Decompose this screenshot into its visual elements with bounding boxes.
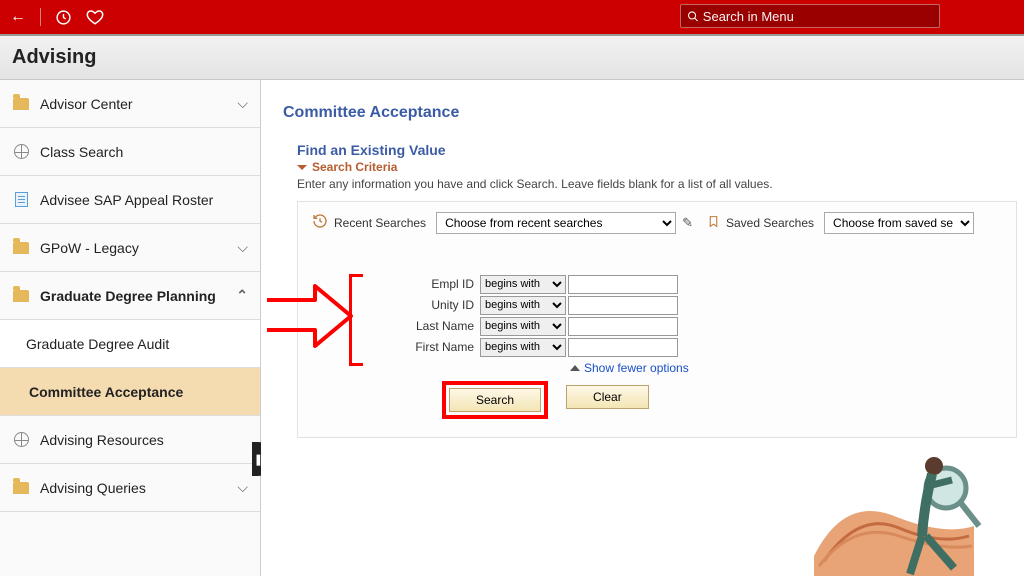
field-first-name: First Name begins with bbox=[402, 337, 1002, 357]
layout: Advisor Center ⌵ Class Search Advisee SA… bbox=[0, 80, 1024, 576]
folder-icon bbox=[12, 95, 30, 113]
chevron-up-icon bbox=[570, 365, 580, 371]
history-icon[interactable] bbox=[55, 9, 72, 26]
sidebar-item-advisor-center[interactable]: Advisor Center ⌵ bbox=[0, 80, 260, 128]
sidebar-item-label: Graduate Degree Planning bbox=[40, 288, 216, 304]
sidebar-sub-committee-acceptance[interactable]: Committee Acceptance bbox=[0, 368, 260, 416]
field-unity-id: Unity ID begins with bbox=[402, 295, 1002, 315]
search-icon bbox=[687, 10, 699, 23]
field-last-name: Last Name begins with bbox=[402, 316, 1002, 336]
field-label: Empl ID bbox=[402, 277, 480, 291]
bookmark-icon bbox=[707, 214, 720, 232]
menu-search[interactable] bbox=[680, 4, 940, 28]
empl-id-operator[interactable]: begins with bbox=[480, 275, 566, 294]
sidebar-item-advising-resources[interactable]: Advising Resources bbox=[0, 416, 260, 464]
instruction-text: Enter any information you have and click… bbox=[297, 177, 1024, 191]
search-button[interactable]: Search bbox=[449, 388, 541, 412]
saved-label: Saved Searches bbox=[726, 216, 814, 230]
back-icon[interactable]: ← bbox=[10, 8, 26, 26]
chevron-down-icon: ⌵ bbox=[237, 479, 248, 496]
empl-id-input[interactable] bbox=[568, 275, 678, 294]
search-fields: Empl ID begins with Unity ID begins with… bbox=[402, 274, 1002, 375]
clear-button[interactable]: Clear bbox=[566, 385, 649, 409]
field-label: First Name bbox=[402, 340, 480, 354]
globe-icon bbox=[12, 143, 30, 161]
sidebar-item-class-search[interactable]: Class Search bbox=[0, 128, 260, 176]
sidebar-item-label: Committee Acceptance bbox=[29, 384, 183, 400]
field-label: Last Name bbox=[402, 319, 480, 333]
globe-icon bbox=[12, 431, 30, 449]
sidebar-item-label: Graduate Degree Audit bbox=[26, 336, 169, 352]
first-name-input[interactable] bbox=[568, 338, 678, 357]
recent-searches-select[interactable]: Choose from recent searches bbox=[436, 212, 676, 234]
sidebar: Advisor Center ⌵ Class Search Advisee SA… bbox=[0, 80, 261, 576]
recent-label: Recent Searches bbox=[334, 216, 426, 230]
saved-searches-select[interactable]: Choose from saved searches bbox=[824, 212, 974, 234]
sidebar-item-label: Advisee SAP Appeal Roster bbox=[40, 192, 213, 208]
divider bbox=[40, 8, 41, 26]
chevron-down-icon: ⌵ bbox=[237, 95, 248, 112]
last-name-operator[interactable]: begins with bbox=[480, 317, 566, 336]
sidebar-item-label: Advising Queries bbox=[40, 480, 146, 496]
page-title: Committee Acceptance bbox=[283, 104, 1024, 122]
sidebar-item-grad-planning[interactable]: Graduate Degree Planning ⌃ bbox=[0, 272, 260, 320]
unity-id-operator[interactable]: begins with bbox=[480, 296, 566, 315]
chevron-down-icon: ⌵ bbox=[237, 239, 248, 256]
sidebar-item-label: Class Search bbox=[40, 144, 123, 160]
annotation-search-highlight: Search bbox=[442, 381, 548, 419]
folder-icon bbox=[12, 287, 30, 305]
sidebar-item-sap-roster[interactable]: Advisee SAP Appeal Roster bbox=[0, 176, 260, 224]
field-empl-id: Empl ID begins with bbox=[402, 274, 1002, 294]
sidebar-item-label: Advisor Center bbox=[40, 96, 133, 112]
unity-id-input[interactable] bbox=[568, 296, 678, 315]
sidebar-item-advising-queries[interactable]: Advising Queries ⌵ bbox=[0, 464, 260, 512]
recent-icon bbox=[312, 213, 328, 233]
title-band: Advising bbox=[0, 34, 1024, 80]
edit-icon[interactable]: ✎ bbox=[682, 215, 693, 231]
show-fewer-link[interactable]: Show fewer options bbox=[584, 361, 689, 375]
field-label: Unity ID bbox=[402, 298, 480, 312]
page-section-title: Advising bbox=[12, 46, 96, 69]
sidebar-sub-degree-audit[interactable]: Graduate Degree Audit bbox=[0, 320, 260, 368]
search-panel: Recent Searches Choose from recent searc… bbox=[297, 201, 1017, 438]
folder-icon bbox=[12, 479, 30, 497]
show-fewer-row[interactable]: Show fewer options bbox=[570, 361, 1002, 375]
document-icon bbox=[12, 191, 30, 209]
heart-icon[interactable] bbox=[86, 8, 104, 26]
find-heading: Find an Existing Value bbox=[297, 142, 1024, 158]
searches-row: Recent Searches Choose from recent searc… bbox=[312, 212, 1002, 234]
menu-search-input[interactable] bbox=[703, 9, 933, 24]
triangle-down-icon bbox=[297, 165, 307, 170]
sidebar-item-label: Advising Resources bbox=[40, 432, 164, 448]
sidebar-item-gpow[interactable]: GPoW - Legacy ⌵ bbox=[0, 224, 260, 272]
search-criteria-heading[interactable]: Search Criteria bbox=[297, 160, 1024, 174]
last-name-input[interactable] bbox=[568, 317, 678, 336]
sidebar-item-label: GPoW - Legacy bbox=[40, 240, 139, 256]
chevron-up-icon: ⌃ bbox=[236, 287, 248, 304]
main-content: Committee Acceptance Find an Existing Va… bbox=[261, 80, 1024, 576]
decorative-illustration bbox=[804, 436, 1004, 576]
folder-icon bbox=[12, 239, 30, 257]
first-name-operator[interactable]: begins with bbox=[480, 338, 566, 357]
top-bar: ← bbox=[0, 0, 1024, 34]
